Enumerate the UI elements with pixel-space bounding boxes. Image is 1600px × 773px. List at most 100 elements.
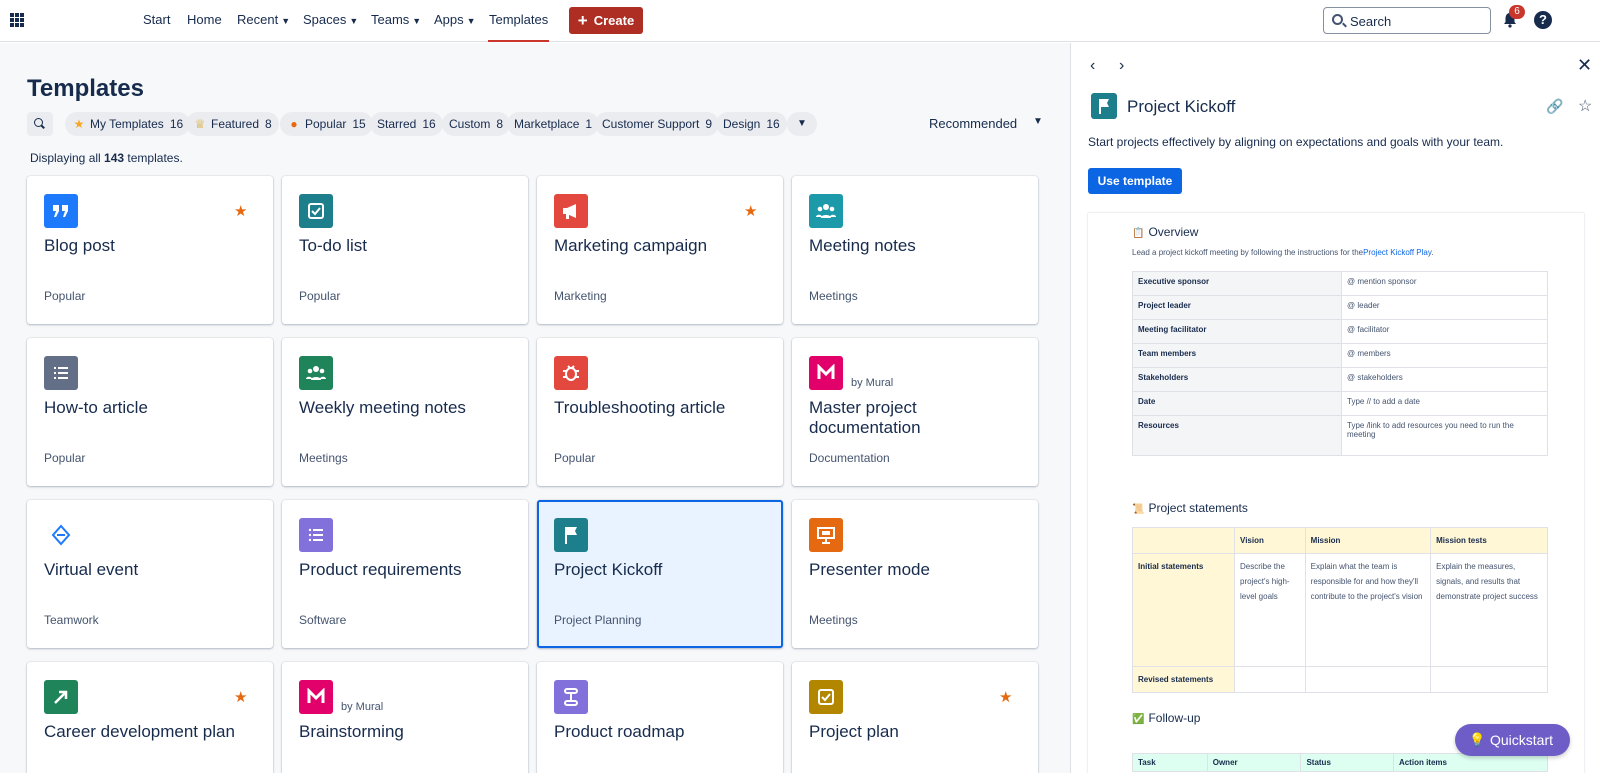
create-label: Create xyxy=(593,13,635,28)
filter-chip-popular[interactable]: ● Popular 15 xyxy=(280,112,373,136)
statements-row: Revised statements xyxy=(1132,666,1548,693)
info-key: Resources xyxy=(1132,415,1342,456)
chevron-down-icon: ▼ xyxy=(466,16,476,26)
starred-icon[interactable]: ★ xyxy=(744,202,757,220)
template-card[interactable]: Weekly meeting notes Meetings xyxy=(282,338,528,486)
next-arrow-icon[interactable]: › xyxy=(1119,57,1124,75)
checkbox-icon xyxy=(809,680,843,714)
filter-chip-design[interactable]: Design 16 xyxy=(716,112,787,136)
nav-teams[interactable]: Teams ▼ xyxy=(371,0,421,42)
create-button[interactable]: + Create xyxy=(569,7,643,34)
info-key: Stakeholders xyxy=(1132,367,1342,392)
link-icon[interactable]: 🔗 xyxy=(1546,98,1563,115)
filter-chip-starred[interactable]: Starred 16 xyxy=(370,112,443,136)
nav-spaces[interactable]: Spaces ▼ xyxy=(303,0,358,42)
template-card[interactable]: Troubleshooting article Popular xyxy=(537,338,783,486)
close-icon[interactable]: ✕ xyxy=(1577,55,1592,76)
template-card[interactable]: Presenter mode Meetings xyxy=(792,500,1038,648)
chip-count: 8 xyxy=(265,117,272,131)
nav-home[interactable]: Home xyxy=(187,0,222,42)
chip-label: Customer Support xyxy=(602,117,700,131)
template-card[interactable]: ★ Project plan xyxy=(792,662,1038,773)
chip-label: Custom xyxy=(449,117,491,131)
template-card[interactable]: How-to article Popular xyxy=(27,338,273,486)
app-switcher-icon[interactable] xyxy=(10,13,24,27)
info-value: @ stakeholders xyxy=(1341,367,1548,392)
card-author: by Mural xyxy=(341,701,384,713)
card-title: Career development plan xyxy=(44,722,235,741)
nav-start[interactable]: Start xyxy=(143,0,170,42)
statements-table: Vision Mission Mission tests Initial statem… xyxy=(1132,527,1548,693)
statements-cell xyxy=(1430,666,1548,693)
search-icon xyxy=(34,118,43,127)
template-card[interactable]: To-do list Popular xyxy=(282,176,528,324)
statements-heading-text: Project statements xyxy=(1148,501,1248,515)
bug-icon xyxy=(554,356,588,390)
starred-icon[interactable]: ★ xyxy=(999,688,1012,706)
search-box[interactable] xyxy=(1323,7,1491,34)
quote-icon xyxy=(44,194,78,228)
info-row: Project leader @ leader xyxy=(1132,295,1548,320)
nav-apps-label: Apps xyxy=(434,12,464,27)
nav-templates[interactable]: Templates xyxy=(488,0,550,42)
card-category: Popular xyxy=(554,451,596,465)
template-card[interactable]: Product requirements Software xyxy=(282,500,528,648)
starred-icon[interactable]: ★ xyxy=(234,202,247,220)
filter-chip-my-templates[interactable]: ★ My Templates 16 xyxy=(65,112,191,136)
star-outline-icon[interactable]: ☆ xyxy=(1578,96,1592,116)
template-card[interactable]: Meeting notes Meetings xyxy=(792,176,1038,324)
count-suffix: templates. xyxy=(127,151,183,165)
info-value: @ leader xyxy=(1341,295,1548,320)
filter-search-button[interactable] xyxy=(27,112,53,136)
info-row: Team members @ members xyxy=(1132,343,1548,368)
statements-row: Initial statements Describe the project's… xyxy=(1132,553,1548,667)
template-card[interactable]: ★ Marketing campaign Marketing xyxy=(537,176,783,324)
overview-subtext: Lead a project kickoff meeting by follow… xyxy=(1132,248,1434,257)
mural-icon xyxy=(299,680,333,714)
use-template-button[interactable]: Use template xyxy=(1088,168,1182,194)
sort-label: Recommended xyxy=(929,116,1018,131)
overview-after: . xyxy=(1431,248,1434,257)
panel-title: Project Kickoff xyxy=(1127,97,1236,116)
megaphone-icon xyxy=(554,194,588,228)
help-icon[interactable]: ? xyxy=(1534,11,1552,29)
info-key: Team members xyxy=(1132,343,1342,368)
card-category: Popular xyxy=(44,451,86,465)
previous-arrow-icon[interactable]: ‹ xyxy=(1090,57,1095,75)
template-card[interactable]: by Mural Brainstorming xyxy=(282,662,528,773)
quickstart-button[interactable]: 💡 Quickstart xyxy=(1455,724,1570,756)
starred-icon[interactable]: ★ xyxy=(234,688,247,706)
info-row: Meeting facilitator @ facilitator xyxy=(1132,319,1548,344)
page-title: Templates xyxy=(27,75,144,102)
chip-label: Marketplace xyxy=(514,117,580,131)
card-category: Meetings xyxy=(809,613,858,627)
card-category: Marketing xyxy=(554,289,607,303)
search-input[interactable] xyxy=(1350,12,1485,30)
nav-apps[interactable]: Apps ▼ xyxy=(434,0,476,42)
template-card[interactable]: Project Kickoff Project Planning xyxy=(537,500,783,648)
chip-count: 8 xyxy=(496,117,504,131)
info-row: Resources Type /link to add resources you… xyxy=(1132,415,1548,456)
filter-chip-custom[interactable]: Custom 8 xyxy=(442,112,511,136)
template-card[interactable]: ★ Career development plan xyxy=(27,662,273,773)
template-card[interactable]: Virtual event Teamwork xyxy=(27,500,273,648)
filter-chip-customer-support[interactable]: Customer Support 9 xyxy=(595,112,720,136)
template-card[interactable]: ★ Blog post Popular xyxy=(27,176,273,324)
nav-spaces-label: Spaces xyxy=(303,12,347,27)
nav-recent[interactable]: Recent ▼ xyxy=(237,0,290,42)
chip-label: Featured xyxy=(211,117,260,131)
project-kickoff-play-link[interactable]: Project Kickoff Play xyxy=(1363,248,1431,257)
template-card[interactable]: by Mural Master project documentation Docu… xyxy=(792,338,1038,486)
filter-chip-featured[interactable]: ♕ Featured 8 xyxy=(186,112,279,136)
card-title: How-to article xyxy=(44,398,148,417)
card-title: Weekly meeting notes xyxy=(299,398,466,417)
sort-dropdown[interactable]: Recommended ▼ xyxy=(929,116,1043,131)
more-filters-chevron-icon[interactable]: ▼ xyxy=(787,112,817,136)
count-prefix: Displaying all xyxy=(30,151,101,165)
overview-sub-text: Lead a project kickoff meeting by follow… xyxy=(1132,248,1364,257)
card-category: Meetings xyxy=(809,289,858,303)
checkbox-icon xyxy=(299,194,333,228)
template-card[interactable]: Product roadmap xyxy=(537,662,783,773)
filter-chip-marketplace[interactable]: Marketplace 1 xyxy=(507,112,600,136)
nav-recent-label: Recent xyxy=(237,12,279,27)
